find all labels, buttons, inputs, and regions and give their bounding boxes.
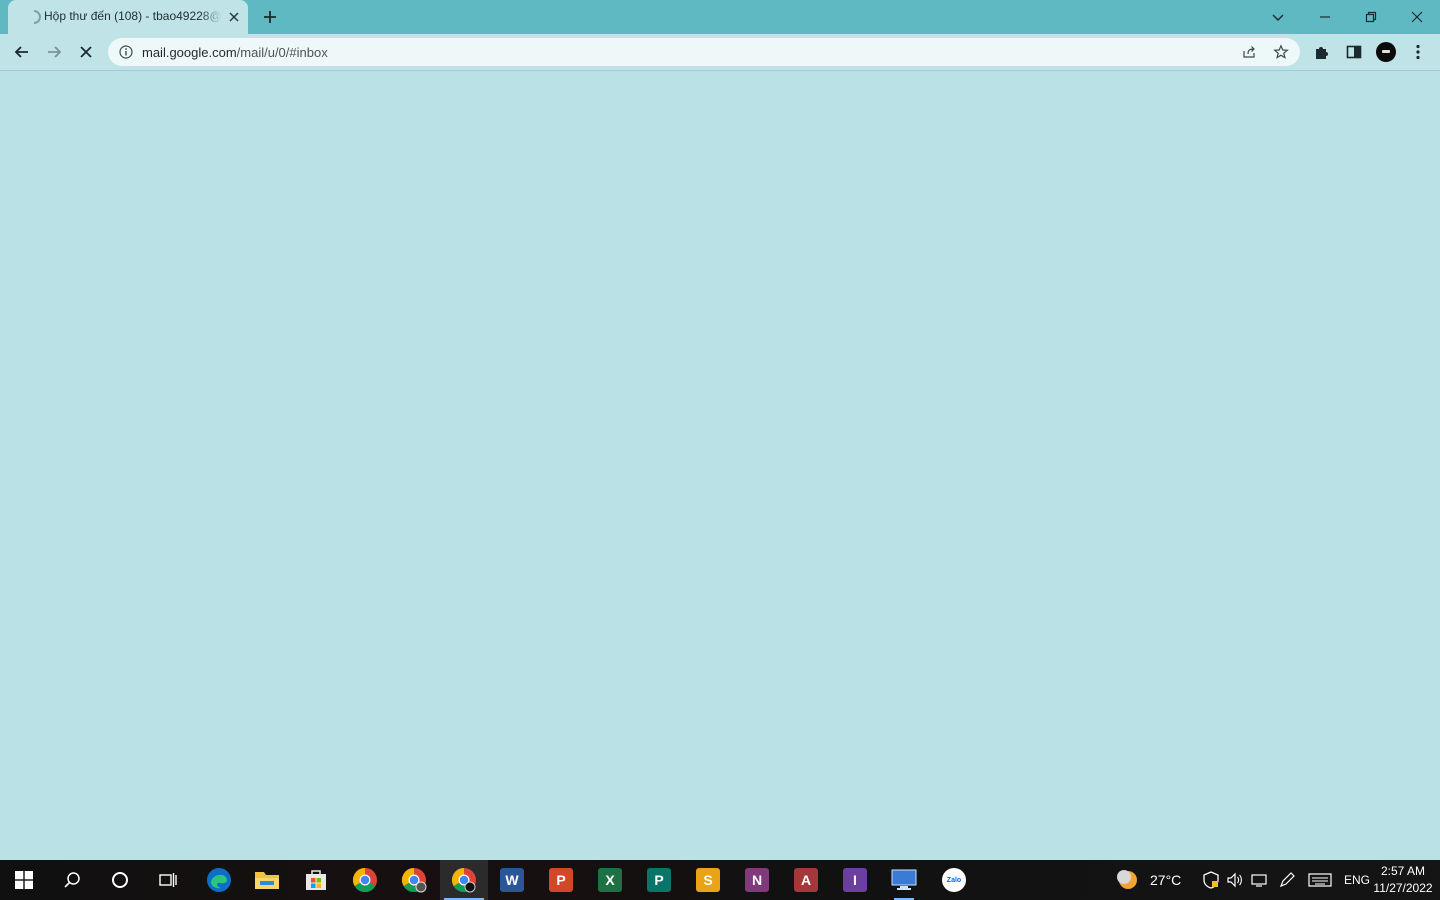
avatar[interactable] xyxy=(1376,42,1396,62)
stop-loading-icon[interactable] xyxy=(76,42,96,62)
address-bar[interactable]: mail.google.com/mail/u/0/#inbox xyxy=(108,38,1300,66)
minimize-icon[interactable] xyxy=(1313,5,1337,29)
info-icon[interactable] xyxy=(119,45,133,59)
tray-icons: ENG xyxy=(1202,860,1370,900)
keyboard-icon[interactable] xyxy=(1308,871,1332,889)
tab-strip: Hộp thư đến (108) - tbao49228@gmail.com xyxy=(0,0,1440,34)
taskbar-app-zalo[interactable]: Zalo xyxy=(930,860,978,900)
word-icon: W xyxy=(500,868,524,892)
task-view-icon xyxy=(159,873,177,887)
weather-temperature: 27°C xyxy=(1150,872,1182,888)
taskbar-search-button[interactable] xyxy=(48,860,96,900)
kebab-menu-icon[interactable] xyxy=(1408,42,1428,62)
monitor-icon xyxy=(891,869,917,890)
taskbar-app-powerpoint[interactable]: P xyxy=(537,860,585,900)
sway-icon: S xyxy=(696,868,720,892)
taskbar-app-store[interactable] xyxy=(292,860,340,900)
taskbar-app-chrome-active[interactable] xyxy=(440,860,488,900)
pen-icon[interactable] xyxy=(1278,871,1296,889)
chrome-icon xyxy=(451,868,476,893)
search-icon xyxy=(64,872,80,888)
forward-arrow-icon[interactable] xyxy=(44,42,64,62)
url-text[interactable]: mail.google.com/mail/u/0/#inbox xyxy=(142,45,328,60)
taskbar-app-file-explorer[interactable] xyxy=(243,860,291,900)
share-icon[interactable] xyxy=(1241,44,1257,60)
zalo-icon: Zalo xyxy=(942,868,966,892)
taskbar-app-publisher[interactable]: P xyxy=(635,860,683,900)
restore-icon[interactable] xyxy=(1359,5,1383,29)
weather-moon-icon xyxy=(1117,870,1137,889)
cortana-circle-icon xyxy=(112,872,128,888)
start-button[interactable] xyxy=(0,860,48,900)
side-panel-icon[interactable] xyxy=(1344,42,1364,62)
network-icon[interactable] xyxy=(1250,871,1268,889)
taskbar-app-remote-desktop[interactable] xyxy=(880,860,928,900)
taskbar-app-word[interactable]: W xyxy=(488,860,536,900)
chrome-icon xyxy=(352,868,377,893)
folder-icon xyxy=(255,872,279,889)
publisher-icon: P xyxy=(647,868,671,892)
store-icon xyxy=(306,870,326,890)
clock-time: 2:57 AM xyxy=(1380,864,1426,878)
close-icon[interactable] xyxy=(226,9,242,25)
taskbar-app-access[interactable]: A xyxy=(782,860,830,900)
taskbar-app-sway[interactable]: S xyxy=(684,860,732,900)
taskbar-app-excel[interactable]: X xyxy=(586,860,634,900)
tab-title: Hộp thư đến (108) - tbao49228@gmail.com xyxy=(44,9,222,23)
windows-taskbar: W P X P S N A I Zalo 27°C ENG 2:57 AM 11… xyxy=(0,860,1440,900)
back-arrow-icon[interactable] xyxy=(12,42,32,62)
star-icon[interactable] xyxy=(1273,44,1289,60)
powerpoint-icon: P xyxy=(549,868,573,892)
page-content-area xyxy=(0,71,1440,860)
chrome-icon xyxy=(401,868,427,893)
edge-icon xyxy=(207,868,231,892)
taskbar-app-chrome[interactable] xyxy=(341,860,389,900)
chevron-down-icon[interactable] xyxy=(1266,5,1290,29)
taskbar-clock[interactable]: 2:57 AM 11/27/2022 xyxy=(1370,863,1436,897)
excel-icon: X xyxy=(598,868,622,892)
clock-date: 11/27/2022 xyxy=(1373,881,1433,895)
onenote-icon: N xyxy=(745,868,769,892)
taskbar-app-infopath[interactable]: I xyxy=(831,860,879,900)
url-path: /mail/u/0/#inbox xyxy=(236,45,328,60)
taskbar-app-edge[interactable] xyxy=(195,860,243,900)
language-indicator[interactable]: ENG xyxy=(1344,873,1370,887)
close-window-icon[interactable] xyxy=(1405,5,1429,29)
taskbar-app-onenote[interactable]: N xyxy=(733,860,781,900)
weather-widget[interactable]: 27°C xyxy=(1116,860,1181,900)
tab-gmail-inbox[interactable]: Hộp thư đến (108) - tbao49228@gmail.com xyxy=(8,0,248,34)
cortana-button[interactable] xyxy=(96,860,144,900)
plus-icon[interactable] xyxy=(259,6,281,28)
taskbar-app-chrome-2[interactable] xyxy=(390,860,438,900)
volume-icon[interactable] xyxy=(1226,871,1244,889)
puzzle-icon[interactable] xyxy=(1312,42,1332,62)
browser-toolbar: mail.google.com/mail/u/0/#inbox xyxy=(0,34,1440,71)
infopath-icon: I xyxy=(843,868,867,892)
windows-logo-icon xyxy=(15,871,33,889)
access-icon: A xyxy=(794,868,818,892)
url-host: mail.google.com xyxy=(142,45,237,60)
task-view-button[interactable] xyxy=(144,860,192,900)
security-shield-icon[interactable] xyxy=(1202,871,1220,889)
loading-spinner-icon xyxy=(33,10,41,24)
